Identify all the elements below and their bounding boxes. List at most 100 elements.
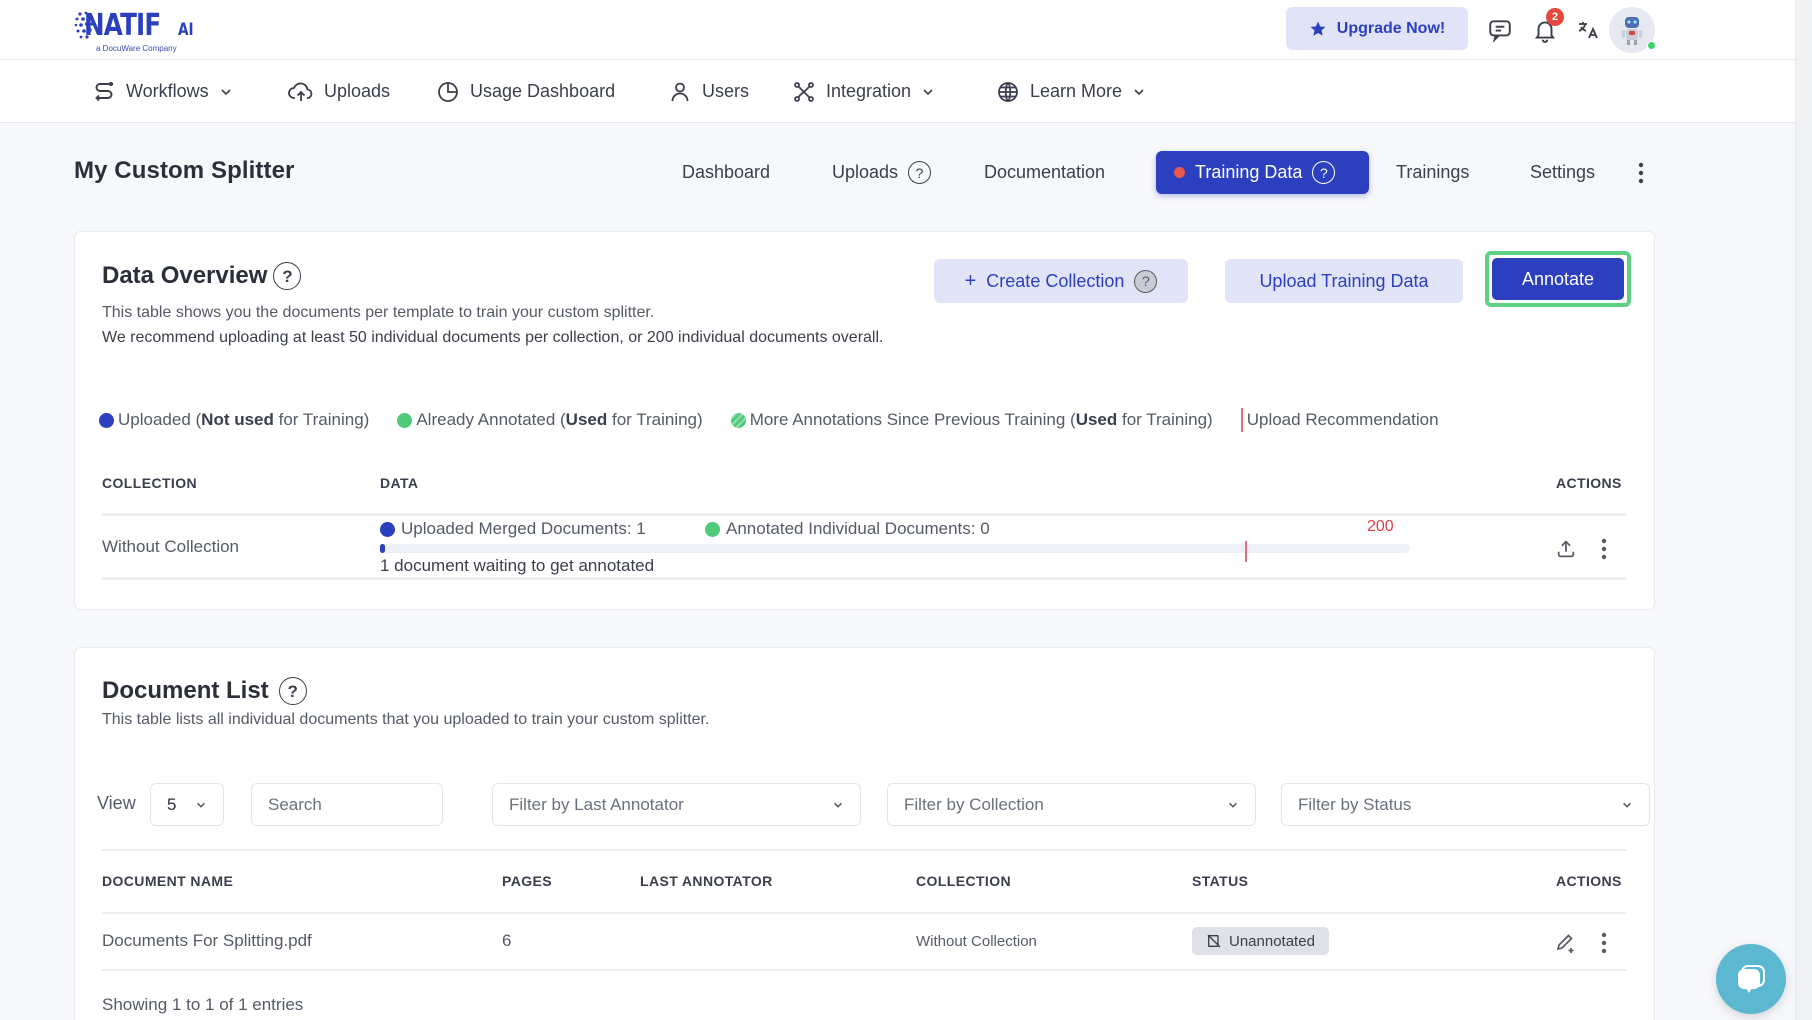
search-input-wrapper[interactable] xyxy=(251,783,443,826)
tab-uploads-label: Uploads xyxy=(832,162,899,182)
workflow-icon xyxy=(95,81,114,101)
training-progress-fill xyxy=(380,544,385,553)
recommendation-value: 200 xyxy=(1367,518,1394,535)
integration-icon xyxy=(794,81,814,102)
recommendation-marker xyxy=(1245,541,1248,562)
legend-recommendation-text: Upload Recommendation xyxy=(1246,410,1439,429)
messages-button[interactable] xyxy=(1485,15,1515,45)
nav-integration[interactable]: Integration xyxy=(792,60,935,123)
document-list-title: Document List ? xyxy=(102,677,307,705)
chevron-down-icon xyxy=(1623,802,1631,808)
chevron-down-icon xyxy=(923,88,933,95)
chevron-down-icon xyxy=(197,802,205,808)
upload-training-data-button[interactable]: Upload Training Data xyxy=(1225,259,1463,303)
more-options-button[interactable] xyxy=(1630,158,1652,188)
overview-recommendation: We recommend uploading at least 50 indiv… xyxy=(102,329,884,346)
document-options-button[interactable] xyxy=(1594,928,1614,958)
uploaded-dot xyxy=(380,521,395,537)
help-icon[interactable]: ? xyxy=(278,677,307,705)
nav-learn-more[interactable]: Learn More xyxy=(996,60,1146,123)
natif-logo[interactable]: NATIF AI a DocuWare Company xyxy=(74,6,204,54)
table-divider xyxy=(102,912,1626,914)
vertical-dots-icon xyxy=(1601,932,1607,954)
nav-uploads[interactable]: Uploads xyxy=(288,60,390,123)
nav-learn-more-label: Learn More xyxy=(1030,81,1123,101)
page-title: My Custom Splitter xyxy=(74,157,295,184)
search-input[interactable] xyxy=(268,794,426,815)
pie-chart-icon xyxy=(438,81,458,102)
annotate-document-button[interactable] xyxy=(1551,928,1581,958)
plus-icon: + xyxy=(964,269,977,292)
filter-collection-label: Filter by Collection xyxy=(904,794,1044,814)
star-icon xyxy=(1310,21,1326,36)
legend-uploaded-text: Uploaded (Not used for Training) xyxy=(118,410,370,429)
main-navigation: Workflows Uploads Usage Dashboard Users … xyxy=(0,60,1795,123)
annotate-button[interactable]: Annotate xyxy=(1492,258,1624,300)
chat-button[interactable] xyxy=(1716,944,1786,1014)
filter-collection-select[interactable]: Filter by Collection xyxy=(887,783,1256,826)
tab-uploads[interactable]: Uploads ? xyxy=(832,151,932,194)
nav-workflows[interactable]: Workflows xyxy=(92,60,233,123)
legend-dot-annotated xyxy=(397,412,413,428)
view-label: View xyxy=(97,793,136,813)
page-size-select[interactable]: 5 xyxy=(150,783,224,826)
collection-options-button[interactable] xyxy=(1594,534,1614,564)
uploaded-merged-label: Uploaded Merged Documents: 1 xyxy=(401,519,646,538)
upload-to-collection-button[interactable] xyxy=(1551,534,1581,564)
create-collection-button[interactable]: + Create Collection ? xyxy=(934,259,1188,303)
active-indicator-dot xyxy=(1174,167,1185,178)
notifications-button[interactable]: 2 xyxy=(1530,8,1564,45)
language-button[interactable] xyxy=(1573,15,1603,45)
page-scrollbar[interactable] xyxy=(1795,0,1812,1020)
vertical-dots-icon xyxy=(1601,538,1607,560)
data-overview-title: Data Overview ? xyxy=(102,262,302,290)
help-icon[interactable]: ? xyxy=(273,262,302,290)
upload-icon xyxy=(1557,540,1575,558)
translate-icon xyxy=(1578,22,1598,39)
col-pages: PAGES xyxy=(502,873,552,889)
nav-users[interactable]: Users xyxy=(668,60,749,123)
waiting-annotation-text: 1 document waiting to get annotated xyxy=(380,556,655,575)
filter-status-label: Filter by Status xyxy=(1298,794,1412,814)
chat-bubble-icon xyxy=(1738,965,1765,993)
document-name[interactable]: Documents For Splitting.pdf xyxy=(102,931,312,951)
filter-last-annotator-label: Filter by Last Annotator xyxy=(509,794,684,814)
upload-training-data-label: Upload Training Data xyxy=(1259,270,1429,291)
data-overview-card: Data Overview ? This table shows you the… xyxy=(74,231,1655,610)
help-icon[interactable]: ? xyxy=(1134,269,1158,293)
legend-annotated-text: Already Annotated (Used for Training) xyxy=(416,410,703,429)
tab-trainings[interactable]: Trainings xyxy=(1396,151,1469,194)
document-list-title-text: Document List xyxy=(102,677,269,704)
tab-training-data[interactable]: Training Data ? xyxy=(1156,151,1369,194)
document-list-description: This table lists all individual document… xyxy=(102,711,710,728)
logo-tagline: a DocuWare Company xyxy=(96,44,177,53)
tab-documentation-label: Documentation xyxy=(984,162,1106,182)
tab-trainings-label: Trainings xyxy=(1396,162,1470,182)
legend: Uploaded (Not used for Training) Already… xyxy=(99,408,1467,432)
upgrade-button[interactable]: Upgrade Now! xyxy=(1286,7,1468,50)
table-divider xyxy=(102,849,1626,851)
nav-uploads-label: Uploads xyxy=(324,81,391,101)
col-data: DATA xyxy=(380,475,419,491)
col-last-annotator: LAST ANNOTATOR xyxy=(640,873,773,889)
data-overview-title-text: Data Overview xyxy=(102,262,268,289)
no-annotation-icon xyxy=(1207,934,1221,948)
pagination-summary: Showing 1 to 1 of 1 entries xyxy=(102,995,304,1014)
legend-recommendation: Upload Recommendation xyxy=(1240,408,1439,432)
filter-status-select[interactable]: Filter by Status xyxy=(1281,783,1650,826)
help-icon[interactable]: ? xyxy=(1312,161,1336,184)
status-badge: Unannotated xyxy=(1192,927,1329,955)
help-icon[interactable]: ? xyxy=(908,161,932,184)
legend-dot-more-annotations xyxy=(730,412,746,428)
nav-usage-dashboard[interactable]: Usage Dashboard xyxy=(436,60,615,123)
tab-dashboard[interactable]: Dashboard xyxy=(682,151,770,194)
user-avatar[interactable] xyxy=(1609,7,1656,53)
top-bar: NATIF AI a DocuWare Company Upgrade Now!… xyxy=(0,0,1795,60)
upgrade-label: Upgrade Now! xyxy=(1336,19,1446,37)
vertical-dots-icon xyxy=(1638,162,1644,184)
tab-settings[interactable]: Settings xyxy=(1530,151,1595,194)
filter-last-annotator-select[interactable]: Filter by Last Annotator xyxy=(492,783,861,826)
col-collection: COLLECTION xyxy=(102,475,197,491)
tab-documentation[interactable]: Documentation xyxy=(984,151,1105,194)
uploaded-merged-count: Uploaded Merged Documents: 1 xyxy=(380,519,646,539)
